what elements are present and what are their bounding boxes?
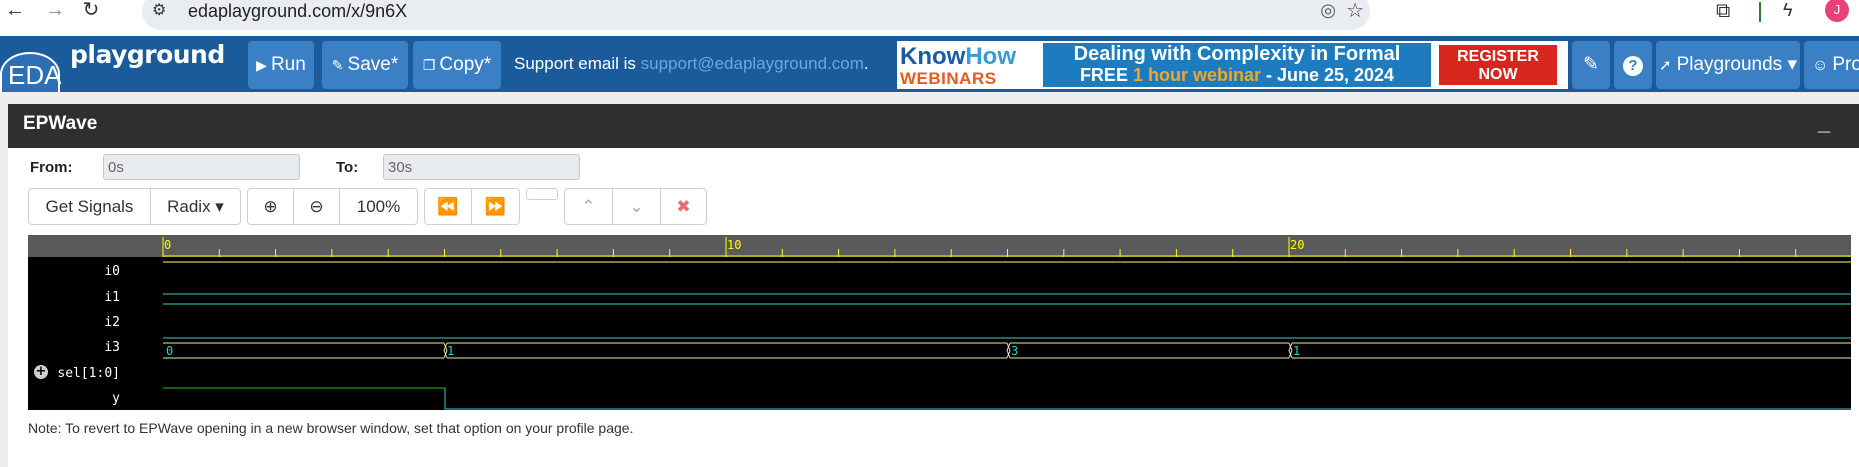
- chevron-down-icon[interactable]: ⌄: [613, 189, 661, 224]
- to-input[interactable]: [383, 154, 580, 180]
- play-icon: ▶: [256, 57, 267, 73]
- time-ruler: [28, 235, 1851, 257]
- signal-sel[interactable]: sel[1:0]: [50, 366, 120, 381]
- register-now-button[interactable]: REGISTER NOW: [1439, 45, 1557, 85]
- help-icon: ?: [1623, 56, 1643, 76]
- support-email-link[interactable]: support@edaplayground.com: [641, 54, 864, 73]
- register-line1: REGISTER: [1457, 48, 1539, 65]
- knowhow-know: Know: [900, 43, 966, 70]
- time-label-10: 10: [727, 238, 741, 252]
- playgrounds-label: Playgrounds ▾: [1676, 54, 1798, 75]
- profile-avatar[interactable]: J: [1825, 0, 1849, 22]
- close-icon[interactable]: ✖: [661, 189, 706, 224]
- epwave-title: EPWave: [23, 113, 98, 134]
- minimize-icon[interactable]: _: [1818, 110, 1830, 136]
- edit-icon: ✎: [1583, 54, 1599, 75]
- knowhow-logo: KnowHow WEBINARS: [900, 43, 1016, 88]
- sel-value-2: 3: [1011, 344, 1018, 358]
- signal-y[interactable]: y: [60, 391, 120, 406]
- sel-edge-3: [1288, 342, 1293, 359]
- signal-i3[interactable]: i3: [60, 340, 120, 355]
- copy-icon: ❐: [422, 57, 436, 73]
- toolbar-divider: [1759, 2, 1761, 22]
- trace-y: [163, 387, 1851, 410]
- url-text[interactable]: edaplayground.com/x/9n6X: [188, 1, 407, 22]
- signals-button-group: Get Signals Radix ▾: [28, 188, 241, 225]
- from-input[interactable]: [103, 154, 300, 180]
- time-label-20: 20: [1290, 238, 1304, 252]
- zoom-out-icon[interactable]: ⊖: [294, 189, 340, 224]
- radix-dropdown[interactable]: Radix ▾: [151, 189, 240, 224]
- fast-forward-icon[interactable]: ⏩: [472, 189, 519, 224]
- cursor-button-group: ⌃ ⌄ ✖: [564, 188, 707, 225]
- extensions-icon[interactable]: ⧉: [1716, 0, 1730, 23]
- eye-off-icon[interactable]: ◎: [1320, 0, 1336, 21]
- copy-button[interactable]: ❐ Copy*: [413, 41, 501, 89]
- knowhow-webinars: WEBINARS: [900, 69, 997, 88]
- banner-line1: Dealing with Complexity in Formal: [1073, 43, 1401, 65]
- banner-free: FREE: [1079, 65, 1133, 85]
- zoom-level[interactable]: 100%: [340, 189, 417, 224]
- from-label: From:: [30, 159, 73, 176]
- reload-icon[interactable]: ↻: [78, 0, 104, 24]
- address-bar[interactable]: ⚙ edaplayground.com/x/9n6X ◎ ☆: [142, 0, 1370, 30]
- support-text: Support email is support@edaplayground.c…: [514, 54, 869, 74]
- sel-value-3: 1: [1293, 344, 1300, 358]
- register-line2: NOW: [1478, 66, 1518, 83]
- zoom-in-icon[interactable]: ⊕: [248, 189, 294, 224]
- banner-line2: FREE 1 hour webinar - June 25, 2024: [1043, 65, 1431, 85]
- expand-plus-icon[interactable]: +: [34, 365, 48, 379]
- signal-i1[interactable]: i1: [60, 290, 120, 305]
- save-button[interactable]: ✎ Save*: [322, 41, 408, 89]
- support-prefix: Support email is: [514, 54, 641, 73]
- banner-date: - June 25, 2024: [1260, 65, 1395, 85]
- run-button[interactable]: ▶ Run: [248, 41, 314, 89]
- time-label-0: 0: [164, 238, 171, 252]
- chevron-up-icon[interactable]: ⌃: [565, 189, 613, 224]
- epwave-titlebar: EPWave _: [8, 104, 1859, 148]
- zoom-button-group: ⊕ ⊖ 100%: [247, 188, 418, 225]
- webinar-banner[interactable]: KnowHow WEBINARS Dealing with Complexity…: [897, 41, 1568, 89]
- copy-label: Copy*: [439, 54, 492, 75]
- waveform-canvas: 0 10 20 0 1 3 1: [28, 235, 1851, 410]
- rewind-icon[interactable]: ⏪: [425, 189, 472, 224]
- signal-i2[interactable]: i2: [60, 315, 120, 330]
- to-label: To:: [336, 159, 359, 176]
- trace-sel: [163, 342, 1851, 359]
- playgrounds-dropdown[interactable]: ➚ Playgrounds ▾: [1656, 41, 1800, 89]
- epwave-note: Note: To revert to EPWave opening in a n…: [28, 420, 634, 436]
- logo-eda[interactable]: EDA: [0, 52, 62, 96]
- logo-playground[interactable]: playground: [70, 40, 225, 69]
- profile-label: Pro: [1832, 54, 1859, 75]
- help-button[interactable]: ?: [1614, 41, 1652, 89]
- profile-menu[interactable]: ☺ Pro: [1804, 41, 1859, 89]
- run-label: Run: [270, 54, 306, 75]
- sel-value-1: 1: [447, 344, 454, 358]
- pencil-icon: ✎: [331, 57, 344, 73]
- sel-value-0: 0: [166, 344, 173, 358]
- knowhow-how: How: [965, 43, 1016, 70]
- small-toggle-button[interactable]: [526, 188, 558, 200]
- forward-icon[interactable]: →: [42, 0, 68, 24]
- banner-headline: Dealing with Complexity in Formal FREE 1…: [1043, 43, 1431, 87]
- bookmark-star-icon[interactable]: ☆: [1346, 0, 1364, 23]
- sel-edge-2: [1006, 342, 1011, 359]
- site-settings-icon[interactable]: ⚙: [152, 0, 166, 20]
- browser-toolbar: ← → ↻ ⚙ edaplayground.com/x/9n6X ◎ ☆ ⧉ ϟ…: [0, 0, 1859, 34]
- user-icon: ☺: [1812, 57, 1829, 74]
- rocket-icon: ➚: [1658, 57, 1672, 74]
- save-label: Save*: [347, 54, 399, 75]
- signal-i0[interactable]: i0: [60, 264, 120, 279]
- bolt-icon[interactable]: ϟ: [1783, 0, 1793, 21]
- edit-button[interactable]: ✎: [1572, 41, 1610, 89]
- banner-duration: 1 hour webinar: [1132, 65, 1261, 85]
- support-suffix: .: [863, 54, 869, 73]
- get-signals-button[interactable]: Get Signals: [29, 189, 151, 224]
- navigate-button-group: ⏪ ⏩: [424, 188, 520, 225]
- waveform-viewer[interactable]: 0 10 20 0 1 3 1: [28, 235, 1851, 410]
- logo-eda-text: EDA: [8, 60, 62, 90]
- back-icon[interactable]: ←: [2, 0, 28, 24]
